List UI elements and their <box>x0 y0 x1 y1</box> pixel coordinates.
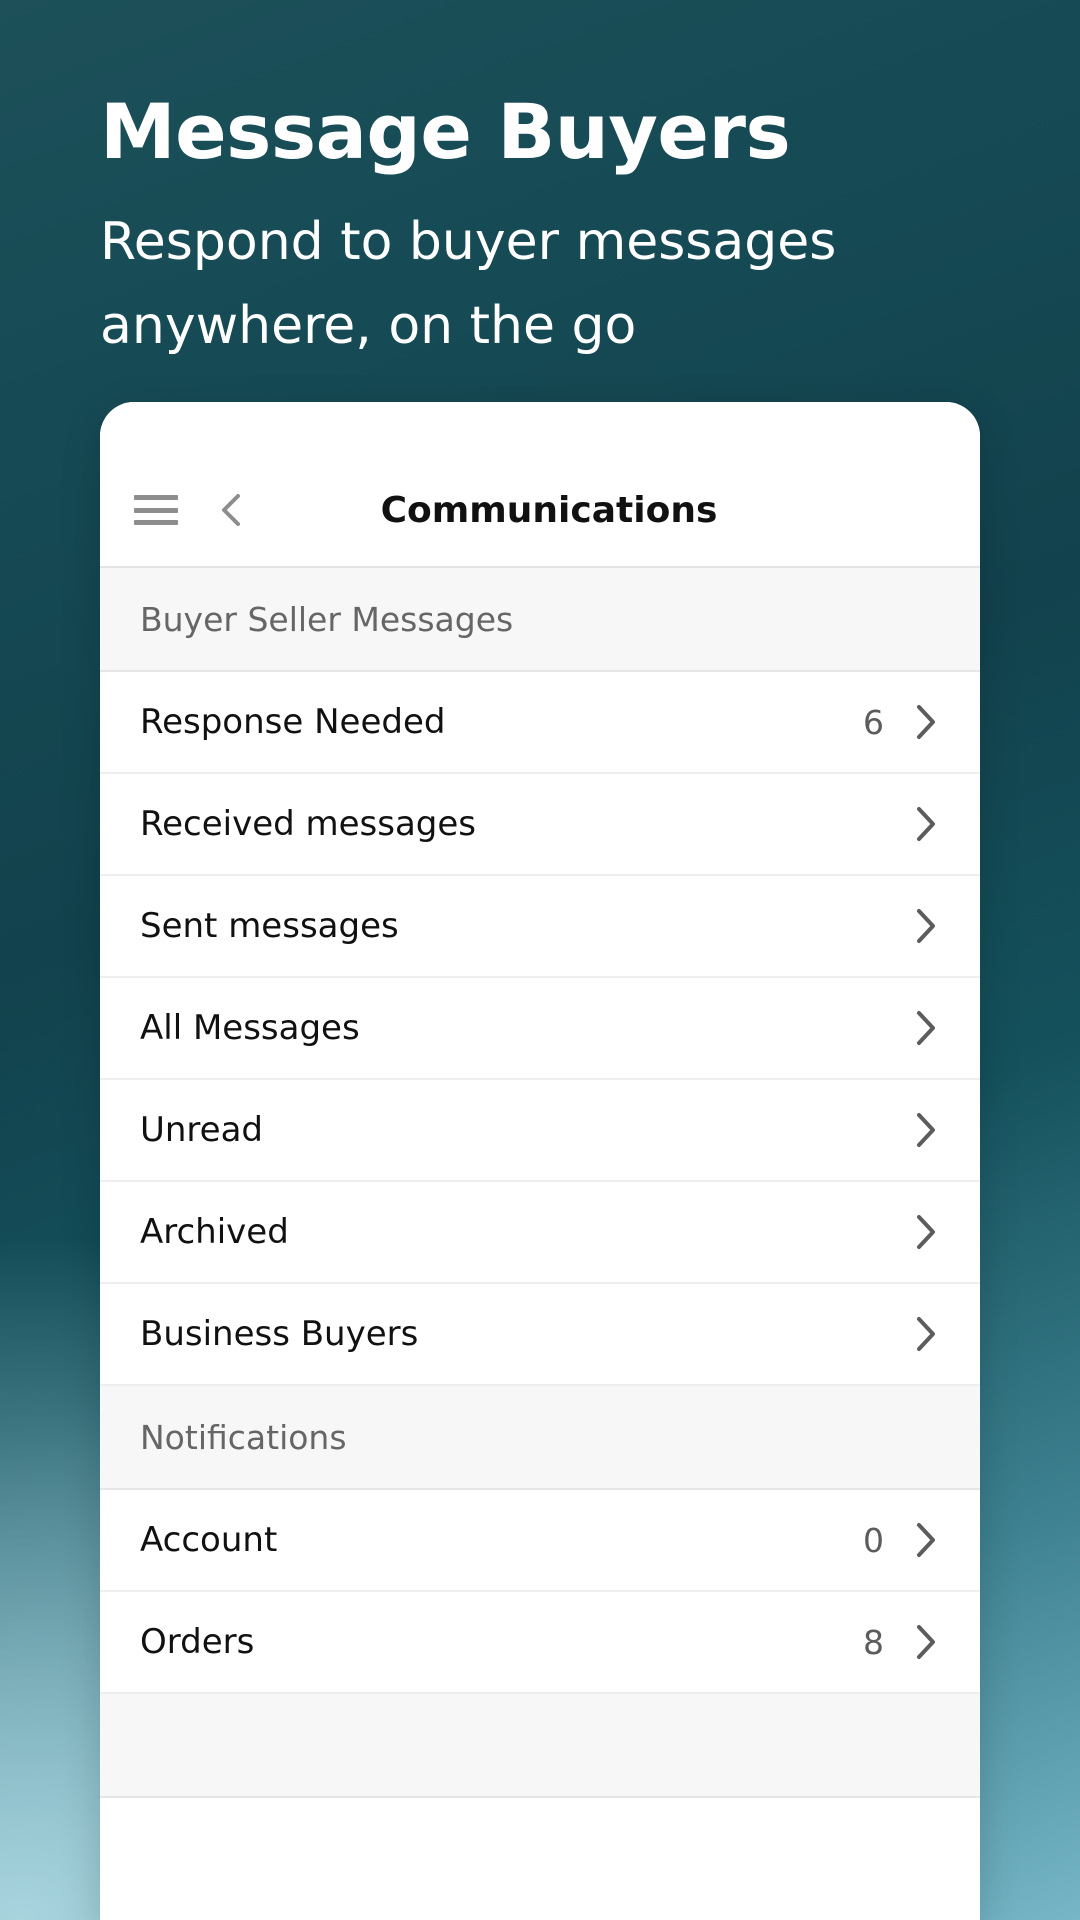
list-item-label: All Messages <box>140 1008 360 1048</box>
list-item-count: 8 <box>863 1622 884 1662</box>
chevron-right-icon[interactable] <box>912 905 940 947</box>
list-item-account[interactable]: Account 0 <box>100 1490 980 1592</box>
section-header-label: Notifications <box>140 1417 347 1457</box>
app-bar: Communications <box>100 402 980 568</box>
list-item-label: Unread <box>140 1110 264 1150</box>
list-item-label: Account <box>140 1520 278 1560</box>
chevron-right-icon[interactable] <box>912 803 940 845</box>
communications-list: Buyer Seller Messages Response Needed 6 … <box>100 568 980 1798</box>
list-item-orders[interactable]: Orders 8 <box>100 1592 980 1694</box>
list-item-received-messages[interactable]: Received messages <box>100 774 980 876</box>
page-title: Message Buyers <box>100 87 791 176</box>
list-item-label: Orders <box>140 1622 255 1662</box>
chevron-right-icon[interactable] <box>912 1621 940 1663</box>
phone-mockup-card: Communications Buyer Seller Messages Res… <box>100 402 980 1920</box>
list-item-count: 0 <box>863 1520 884 1560</box>
chevron-right-icon[interactable] <box>912 1519 940 1561</box>
list-item-label: Response Needed <box>140 702 446 742</box>
page-subtitle: Respond to buyer messages anywhere, on t… <box>100 212 837 356</box>
chevron-right-icon[interactable] <box>912 701 940 743</box>
section-header-partial <box>100 1694 980 1798</box>
list-item-count: 6 <box>863 702 884 742</box>
chevron-right-icon[interactable] <box>912 1313 940 1355</box>
chevron-right-icon[interactable] <box>912 1109 940 1151</box>
list-item-label: Sent messages <box>140 906 399 946</box>
list-item-label: Business Buyers <box>140 1314 419 1354</box>
app-bar-title: Communications <box>380 489 718 531</box>
chevron-right-icon[interactable] <box>912 1007 940 1049</box>
promo-screen: Message Buyers Respond to buyer messages… <box>0 0 1080 1920</box>
list-item-response-needed[interactable]: Response Needed 6 <box>100 672 980 774</box>
section-header-notifications: Notifications <box>100 1386 980 1490</box>
section-header-buyer-seller-messages: Buyer Seller Messages <box>100 568 980 672</box>
list-item-label: Archived <box>140 1212 289 1252</box>
section-header-label: Buyer Seller Messages <box>140 599 514 639</box>
list-item-archived[interactable]: Archived <box>100 1182 980 1284</box>
hero-text-block: Message Buyers Respond to buyer messages… <box>100 88 980 368</box>
list-item-sent-messages[interactable]: Sent messages <box>100 876 980 978</box>
list-item-label: Received messages <box>140 804 477 844</box>
list-item-business-buyers[interactable]: Business Buyers <box>100 1284 980 1386</box>
list-item-all-messages[interactable]: All Messages <box>100 978 980 1080</box>
chevron-right-icon[interactable] <box>912 1211 940 1253</box>
list-item-unread[interactable]: Unread <box>100 1080 980 1182</box>
